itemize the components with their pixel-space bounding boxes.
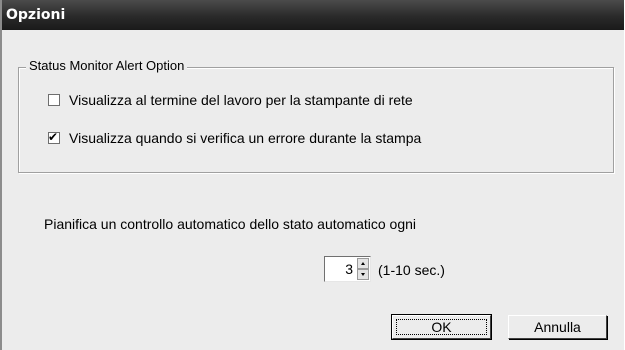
schedule-label: Pianifica un controllo automatico dello … bbox=[44, 216, 416, 232]
ok-button[interactable]: OK bbox=[391, 314, 492, 340]
interval-value[interactable]: 3 bbox=[345, 260, 353, 278]
groupbox-legend: Status Monitor Alert Option bbox=[26, 58, 188, 74]
title-bar[interactable]: Opzioni bbox=[2, 0, 624, 30]
options-dialog: Opzioni Status Monitor Alert Option Visu… bbox=[0, 0, 625, 350]
notify-print-error-checkbox[interactable]: ✔ bbox=[48, 130, 60, 144]
spinner-up-arrow-icon[interactable] bbox=[357, 258, 369, 269]
ok-button-label: OK bbox=[431, 319, 452, 335]
interval-range-label: (1-10 sec.) bbox=[378, 262, 445, 278]
status-monitor-groupbox bbox=[18, 67, 614, 173]
notify-print-error-label[interactable]: Visualizza quando si verifica un errore … bbox=[69, 130, 421, 146]
spinner-buttons bbox=[357, 258, 369, 280]
notify-job-complete-checkbox[interactable] bbox=[48, 94, 60, 106]
option-notify-job-complete[interactable]: Visualizza al termine del lavoro per la … bbox=[48, 92, 413, 108]
checkmark-icon: ✔ bbox=[48, 130, 59, 144]
notify-job-complete-label[interactable]: Visualizza al termine del lavoro per la … bbox=[69, 92, 413, 108]
window-title: Opzioni bbox=[6, 7, 66, 23]
spinner-down-arrow-icon[interactable] bbox=[357, 269, 369, 280]
interval-spinner[interactable]: 3 bbox=[324, 256, 371, 282]
option-notify-print-error[interactable]: ✔ Visualizza quando si verifica un error… bbox=[48, 130, 421, 146]
cancel-button[interactable]: Annulla bbox=[508, 315, 607, 339]
